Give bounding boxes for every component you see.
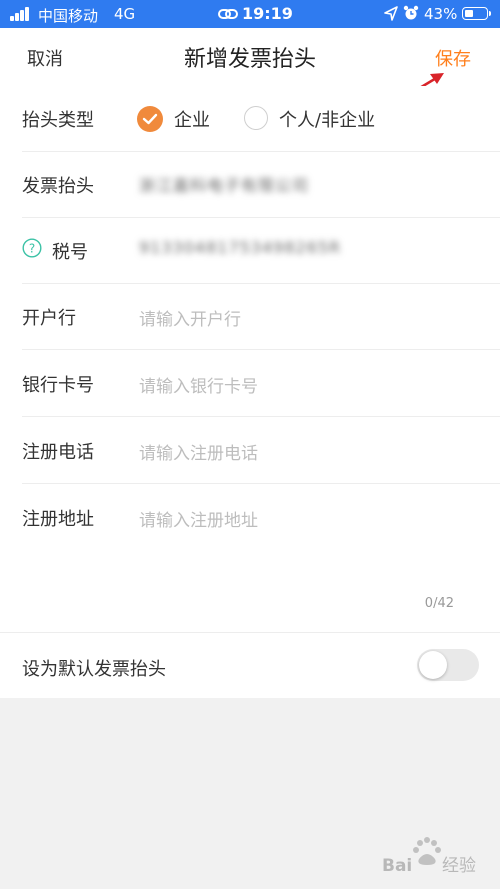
- tax-id-label: 税号: [52, 242, 88, 263]
- bank-row: 开户行 请输入开户行: [0, 284, 500, 350]
- address-char-counter: 0/42: [424, 596, 454, 611]
- invoice-title-label: 发票抬头: [22, 176, 94, 197]
- invoice-form: 抬头类型 企业 个人/非企业 发票抬头 浙江嘉科电子有限公司 ? 税号 9133…: [0, 86, 500, 632]
- svg-text:经验: 经验: [442, 856, 476, 876]
- title-type-label: 抬头类型: [22, 110, 94, 131]
- check-icon: [142, 113, 158, 125]
- invoice-title-input[interactable]: 浙江嘉科电子有限公司: [139, 172, 309, 196]
- bank-card-label: 银行卡号: [22, 375, 94, 396]
- reg-address-label: 注册地址: [22, 509, 94, 530]
- battery-fill: [465, 10, 473, 17]
- location-icon: [384, 6, 398, 21]
- help-icon[interactable]: ?: [22, 238, 42, 258]
- signal-icon: [10, 7, 32, 21]
- company-option-label[interactable]: 企业: [174, 106, 210, 132]
- reg-address-input[interactable]: 请输入注册地址: [139, 506, 258, 531]
- bank-card-row: 银行卡号 请输入银行卡号: [0, 351, 500, 417]
- bank-label: 开户行: [22, 308, 76, 329]
- reg-phone-input[interactable]: 请输入注册电话: [139, 439, 258, 464]
- svg-text:?: ?: [29, 242, 35, 256]
- default-toggle[interactable]: [417, 649, 479, 681]
- title-type-row: 抬头类型 企业 个人/非企业: [0, 86, 500, 152]
- alarm-icon: [403, 5, 419, 20]
- reg-phone-label: 注册电话: [22, 442, 94, 463]
- svg-text:Bai: Bai: [382, 856, 412, 876]
- clock: 19:19: [242, 4, 293, 23]
- default-title-label: 设为默认发票抬头: [22, 659, 166, 680]
- company-radio[interactable]: [137, 106, 163, 132]
- battery-percent: 43%: [424, 5, 458, 23]
- network-type: 4G: [114, 5, 136, 23]
- personal-option-label[interactable]: 个人/非企业: [279, 106, 375, 132]
- reg-phone-row: 注册电话 请输入注册电话: [0, 418, 500, 484]
- bank-card-input[interactable]: 请输入银行卡号: [139, 372, 258, 397]
- bank-input[interactable]: 请输入开户行: [139, 305, 241, 330]
- carrier-name: 中国移动: [38, 7, 99, 25]
- personal-radio[interactable]: [244, 106, 268, 130]
- tax-id-input[interactable]: 91330481753498265R: [139, 238, 341, 257]
- tax-id-row: ? 税号 91330481753498265R: [0, 218, 500, 284]
- status-bar: 中国移动 4G 19:19 43%: [0, 0, 500, 28]
- battery-icon: [462, 7, 491, 20]
- baidu-jingyan-watermark-icon: Bai 经验: [382, 837, 476, 876]
- toggle-knob: [419, 651, 447, 679]
- default-title-row: 设为默认发票抬头: [0, 632, 500, 698]
- link-icon: [218, 9, 238, 19]
- invoice-title-row: 发票抬头 浙江嘉科电子有限公司: [0, 152, 500, 218]
